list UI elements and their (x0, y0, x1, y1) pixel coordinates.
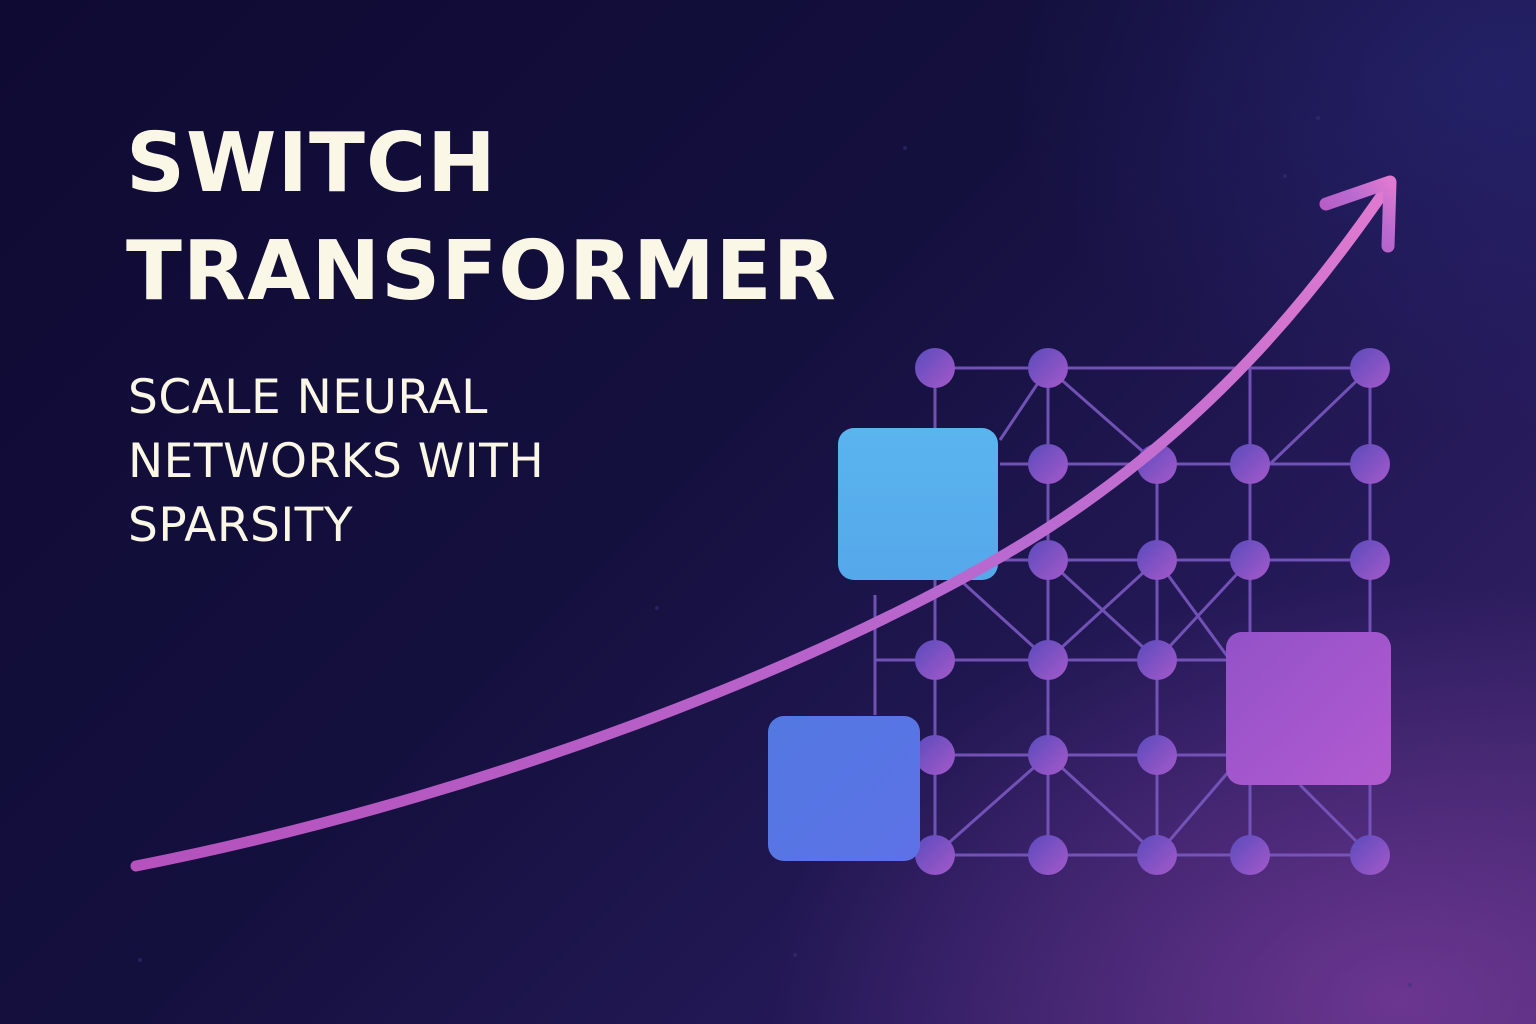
expert-block-bottom-left (768, 716, 920, 861)
hero-subtitle: SCALE NEURAL NETWORKS WITH SPARSITY (128, 366, 544, 558)
hero-title-line-2: TRANSFORMER (126, 224, 837, 319)
hero-subtitle-line-3: SPARSITY (128, 498, 354, 553)
network-nodes (915, 348, 1390, 875)
hero-title: SWITCH TRANSFORMER (126, 110, 837, 326)
hero-subtitle-line-2: NETWORKS WITH (128, 434, 545, 489)
hero-title-line-1: SWITCH (126, 116, 497, 211)
hero-subtitle-line-1: SCALE NEURAL (128, 370, 488, 425)
expert-block-top (838, 428, 998, 580)
expert-block-right (1226, 632, 1391, 785)
